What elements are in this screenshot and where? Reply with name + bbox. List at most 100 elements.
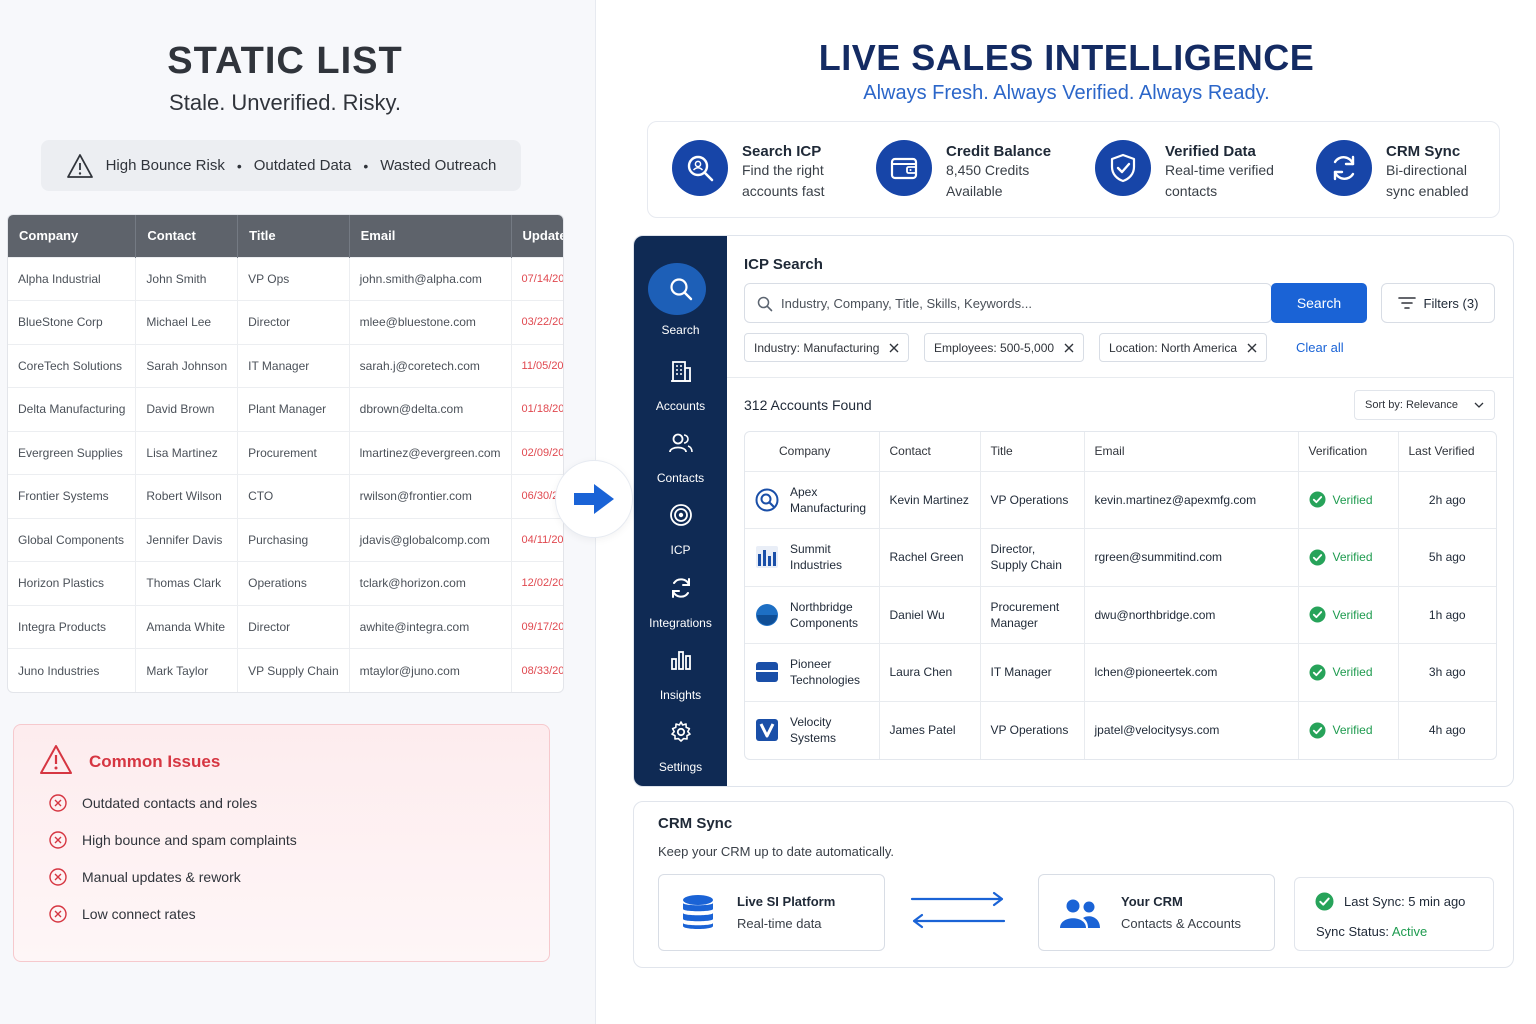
contact-email[interactable]: lchen@pioneertek.com <box>1083 643 1298 701</box>
clear-all-link[interactable]: Clear all <box>1296 340 1344 355</box>
risk-item: High Bounce Risk <box>105 157 225 174</box>
sync-icon <box>1316 140 1372 196</box>
column-header: Title <box>237 215 350 257</box>
updated-cell: 03/22/2021 <box>510 300 563 344</box>
verification-status: Verified <box>1309 549 1388 566</box>
feature-desc: accounts fast <box>742 183 825 199</box>
feature-search-icp: Search ICP Find the right accounts fast <box>672 140 825 202</box>
company-logo-icon <box>755 718 779 742</box>
table-row[interactable]: Apex Manufacturing Kevin Martinez VP Ope… <box>745 470 1496 529</box>
column-header: Company <box>8 215 136 257</box>
email-cell: dbrown@delta.com <box>348 387 512 431</box>
contact-title: VP Operations <box>979 470 1084 529</box>
risk-item: Wasted Outreach <box>380 157 497 174</box>
contact-cell: Robert Wilson <box>135 474 238 518</box>
contact-email[interactable]: kevin.martinez@apexmfg.com <box>1083 470 1298 529</box>
refresh-icon <box>669 568 693 608</box>
your-crm-title: Your CRM <box>1121 894 1183 909</box>
search-placeholder: Industry, Company, Title, Skills, Keywor… <box>781 295 1032 311</box>
column-header: Company <box>779 444 831 459</box>
nav-search[interactable]: Search <box>634 269 727 337</box>
search-icon <box>757 296 773 312</box>
check-circle-icon <box>1309 549 1326 566</box>
title-cell: VP Ops <box>237 256 350 301</box>
filter-chip-location[interactable]: Location: North America <box>1099 333 1268 362</box>
contact-email[interactable]: dwu@northbridge.com <box>1083 585 1298 644</box>
contact-email[interactable]: rgreen@summitind.com <box>1083 528 1298 586</box>
wallet-icon <box>876 140 932 196</box>
building-icon <box>670 351 692 391</box>
column-header: Contact <box>878 432 980 471</box>
results-table: Company Contact Title Email Verification… <box>744 431 1497 760</box>
filters-button[interactable]: Filters (3) <box>1381 283 1495 323</box>
nav-integrations[interactable]: Integrations <box>634 568 727 630</box>
contact-name: Daniel Wu <box>878 585 980 644</box>
title-cell: IT Manager <box>237 343 350 388</box>
shield-check-icon <box>1095 140 1151 196</box>
issue-label: High bounce and spam complaints <box>82 832 297 848</box>
nav-accounts[interactable]: Accounts <box>634 351 727 413</box>
contact-title: Procurement Manager <box>979 585 1084 644</box>
table-row[interactable]: Summit Industries Rachel Green Director,… <box>745 528 1496 586</box>
company-cell: CoreTech Solutions <box>8 343 136 388</box>
contact-name: Rachel Green <box>878 528 980 586</box>
verification-status: Verified <box>1309 664 1388 681</box>
check-circle-icon <box>1309 491 1326 508</box>
sort-dropdown[interactable]: Sort by: Relevance <box>1354 390 1495 420</box>
check-circle-icon <box>1309 722 1326 739</box>
email-cell: mtaylor@juno.com <box>348 648 512 692</box>
results-count: 312 Accounts Found <box>744 397 872 413</box>
company-cell: Integra Products <box>8 604 136 649</box>
company-name[interactable]: Summit Industries <box>790 541 869 573</box>
table-row[interactable]: Pioneer Technologies Laura Chen IT Manag… <box>745 643 1496 701</box>
crm-sync-card: CRM Sync Keep your CRM up to date automa… <box>633 801 1514 968</box>
company-name[interactable]: Velocity Systems <box>790 714 869 746</box>
email-cell: mlee@bluestone.com <box>348 300 512 344</box>
results-number: 312 <box>744 397 768 413</box>
column-header: Email <box>1083 432 1298 471</box>
nav-label: ICP <box>670 543 691 557</box>
updated-cell: 12/02/2020 <box>510 561 563 605</box>
feature-title: CRM Sync <box>1386 143 1461 160</box>
search-input[interactable]: Industry, Company, Title, Skills, Keywor… <box>744 283 1272 323</box>
table-row[interactable]: Velocity Systems James Patel VP Operatio… <box>745 700 1496 759</box>
verification-status: Verified <box>1309 606 1388 623</box>
filter-chip-industry[interactable]: Industry: Manufacturing <box>744 333 910 362</box>
nav-icp[interactable]: ICP <box>634 495 727 557</box>
nav-label: Insights <box>659 688 702 702</box>
filter-chip-employees[interactable]: Employees: 500-5,000 <box>924 333 1085 362</box>
issue-item: Outdated contacts and roles <box>48 793 257 813</box>
results-label: Accounts Found <box>770 397 872 413</box>
table-row[interactable]: Northbridge Components Daniel Wu Procure… <box>745 585 1496 644</box>
sync-status-label: Sync Status: <box>1316 924 1389 939</box>
x-circle-icon <box>48 867 68 887</box>
contact-name: James Patel <box>878 700 980 759</box>
platform-desc: Real-time data <box>737 916 822 931</box>
close-icon[interactable] <box>1064 343 1074 353</box>
nav-contacts[interactable]: Contacts <box>634 423 727 485</box>
column-header: Updated <box>510 215 563 257</box>
title-cell: Plant Manager <box>237 387 350 431</box>
contact-cell: John Smith <box>135 256 238 301</box>
last-verified: 1h ago <box>1397 585 1496 644</box>
company-name[interactable]: Apex Manufacturing <box>790 484 869 516</box>
filters-label: Filters (3) <box>1423 295 1479 311</box>
verification-status: Verified <box>1309 722 1388 739</box>
live-intelligence-panel: LIVE SALES INTELLIGENCE Always Fresh. Al… <box>597 0 1536 1024</box>
title-cell: VP Supply Chain <box>237 648 350 692</box>
close-icon[interactable] <box>1247 343 1257 353</box>
company-name[interactable]: Northbridge Components <box>790 599 869 631</box>
feature-desc: 8,450 Credits <box>946 162 1030 178</box>
live-intelligence-title: LIVE SALES INTELLIGENCE <box>818 37 1315 78</box>
nav-insights[interactable]: Insights <box>634 640 727 702</box>
filter-icon <box>1397 296 1416 310</box>
company-name[interactable]: Pioneer Technologies <box>790 656 869 688</box>
search-button[interactable]: Search <box>1271 283 1367 323</box>
company-cell: Frontier Systems <box>8 474 136 518</box>
last-verified: 2h ago <box>1397 470 1496 529</box>
contact-email[interactable]: jpatel@velocitysys.com <box>1083 700 1298 759</box>
your-crm-box: Your CRM Contacts & Accounts <box>1038 874 1275 951</box>
nav-settings[interactable]: Settings <box>634 712 727 774</box>
close-icon[interactable] <box>889 343 899 353</box>
contact-name: Laura Chen <box>878 643 980 701</box>
